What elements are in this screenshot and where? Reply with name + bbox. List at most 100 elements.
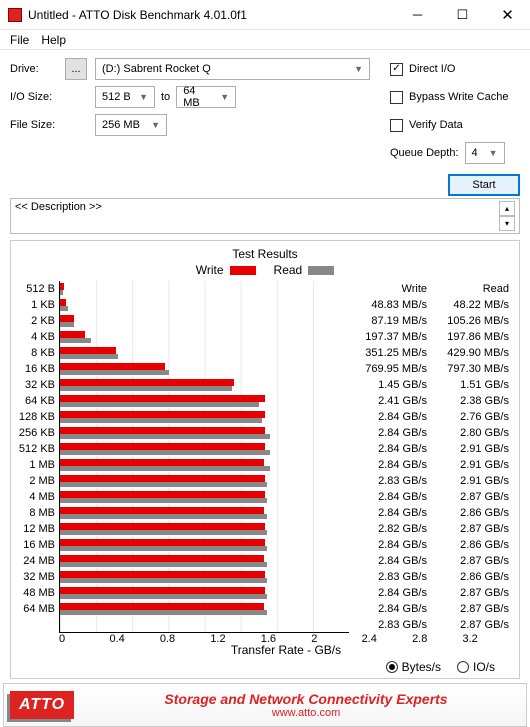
write-bar (60, 395, 265, 402)
bar-row (60, 297, 349, 313)
y-tick-label: 4 MB (17, 489, 59, 505)
write-bar (60, 411, 265, 418)
write-bar (60, 571, 265, 578)
menubar: File Help (0, 30, 530, 50)
start-button[interactable]: Start (448, 174, 520, 196)
minimize-button[interactable]: ─ (395, 0, 440, 30)
units-radio-group: Bytes/s IO/s (17, 657, 513, 676)
read-value: 2.87 GB/s (431, 617, 513, 633)
maximize-button[interactable]: ☐ (440, 0, 485, 30)
read-bar (60, 354, 118, 359)
chart-title: Test Results (17, 247, 513, 261)
col-write-header: Write (349, 281, 431, 297)
bytes-radio[interactable]: Bytes/s (386, 660, 441, 674)
write-bar (60, 475, 265, 482)
read-bar (60, 402, 259, 407)
table-row: 1.45 GB/s1.51 GB/s (349, 377, 513, 393)
table-row: 2.84 GB/s2.87 GB/s (349, 601, 513, 617)
chart-x-label: Transfer Rate - GB/s (59, 643, 513, 657)
y-tick-label: 24 MB (17, 553, 59, 569)
drive-browse-button[interactable]: ... (65, 58, 87, 80)
x-tick-label: 0.8 (160, 633, 210, 645)
bar-row (60, 281, 349, 297)
table-row: 2.83 GB/s2.87 GB/s (349, 617, 513, 633)
filesize-value: 256 MB (102, 119, 140, 131)
bar-row (60, 361, 349, 377)
table-row: 351.25 MB/s429.90 MB/s (349, 345, 513, 361)
read-bar (60, 386, 232, 391)
write-bar (60, 443, 265, 450)
y-tick-label: 8 KB (17, 345, 59, 361)
description-spinner[interactable]: ▴▾ (499, 201, 515, 231)
x-tick-label: 0 (59, 633, 109, 645)
y-tick-label: 512 B (17, 281, 59, 297)
direct-io-checkbox[interactable]: Direct I/O (390, 58, 520, 80)
write-value: 2.84 GB/s (349, 489, 431, 505)
close-button[interactable]: ✕ (485, 0, 530, 30)
read-bar (60, 306, 68, 311)
iosize-to-value: 64 MB (183, 85, 214, 109)
y-tick-label: 2 KB (17, 313, 59, 329)
write-value: 87.19 MB/s (349, 313, 431, 329)
description-field[interactable]: << Description >> ▴▾ (10, 198, 520, 234)
read-value: 429.90 MB/s (431, 345, 513, 361)
read-value: 48.22 MB/s (431, 297, 513, 313)
write-value: 2.83 GB/s (349, 473, 431, 489)
write-value: 2.84 GB/s (349, 537, 431, 553)
write-bar (60, 331, 85, 338)
read-value: 2.38 GB/s (431, 393, 513, 409)
checkbox-icon (390, 119, 403, 132)
y-tick-label: 2 MB (17, 473, 59, 489)
legend-read-label: Read (274, 263, 303, 277)
y-tick-label: 16 MB (17, 537, 59, 553)
iosize-to-label: to (161, 91, 170, 103)
write-bar (60, 491, 265, 498)
iosize-label: I/O Size: (10, 91, 65, 103)
radio-icon (386, 661, 398, 673)
ios-radio-label: IO/s (473, 660, 495, 674)
bar-row (60, 345, 349, 361)
iosize-to-select[interactable]: 64 MB▼ (176, 86, 236, 108)
read-value: 2.76 GB/s (431, 409, 513, 425)
queue-depth-select[interactable]: 4▼ (465, 142, 505, 164)
table-row: 2.84 GB/s2.76 GB/s (349, 409, 513, 425)
table-row: 2.83 GB/s2.86 GB/s (349, 569, 513, 585)
footer-url[interactable]: www.atto.com (92, 707, 520, 719)
read-bar (60, 450, 270, 455)
write-bar (60, 347, 116, 354)
read-value: 2.87 GB/s (431, 521, 513, 537)
chart-bars (59, 281, 349, 633)
read-value: 2.86 GB/s (431, 569, 513, 585)
table-row: 2.82 GB/s2.87 GB/s (349, 521, 513, 537)
y-tick-label: 128 KB (17, 409, 59, 425)
radio-icon (457, 661, 469, 673)
verify-data-checkbox[interactable]: Verify Data (390, 114, 520, 136)
bypass-cache-checkbox[interactable]: Bypass Write Cache (390, 86, 520, 108)
chevron-down-icon[interactable]: ▾ (499, 216, 515, 231)
menu-help[interactable]: Help (41, 33, 66, 47)
drive-select[interactable]: (D:) Sabrent Rocket Q▼ (95, 58, 370, 80)
y-tick-label: 32 KB (17, 377, 59, 393)
chevron-down-icon: ▼ (139, 92, 148, 102)
read-value: 2.87 GB/s (431, 553, 513, 569)
ios-radio[interactable]: IO/s (457, 660, 495, 674)
chevron-up-icon[interactable]: ▴ (499, 201, 515, 216)
bar-row (60, 569, 349, 585)
read-value: 797.30 MB/s (431, 361, 513, 377)
y-tick-label: 12 MB (17, 521, 59, 537)
y-tick-label: 512 KB (17, 441, 59, 457)
iosize-from-select[interactable]: 512 B▼ (95, 86, 155, 108)
drive-select-value: (D:) Sabrent Rocket Q (102, 63, 211, 75)
read-bar (60, 530, 267, 535)
filesize-select[interactable]: 256 MB▼ (95, 114, 167, 136)
bar-row (60, 473, 349, 489)
menu-file[interactable]: File (10, 33, 29, 47)
write-value: 2.84 GB/s (349, 601, 431, 617)
table-row: 2.84 GB/s2.87 GB/s (349, 489, 513, 505)
write-value: 2.84 GB/s (349, 505, 431, 521)
write-bar (60, 283, 64, 290)
read-value: 2.87 GB/s (431, 585, 513, 601)
write-value: 1.45 GB/s (349, 377, 431, 393)
write-value: 2.84 GB/s (349, 425, 431, 441)
write-value: 2.83 GB/s (349, 617, 431, 633)
